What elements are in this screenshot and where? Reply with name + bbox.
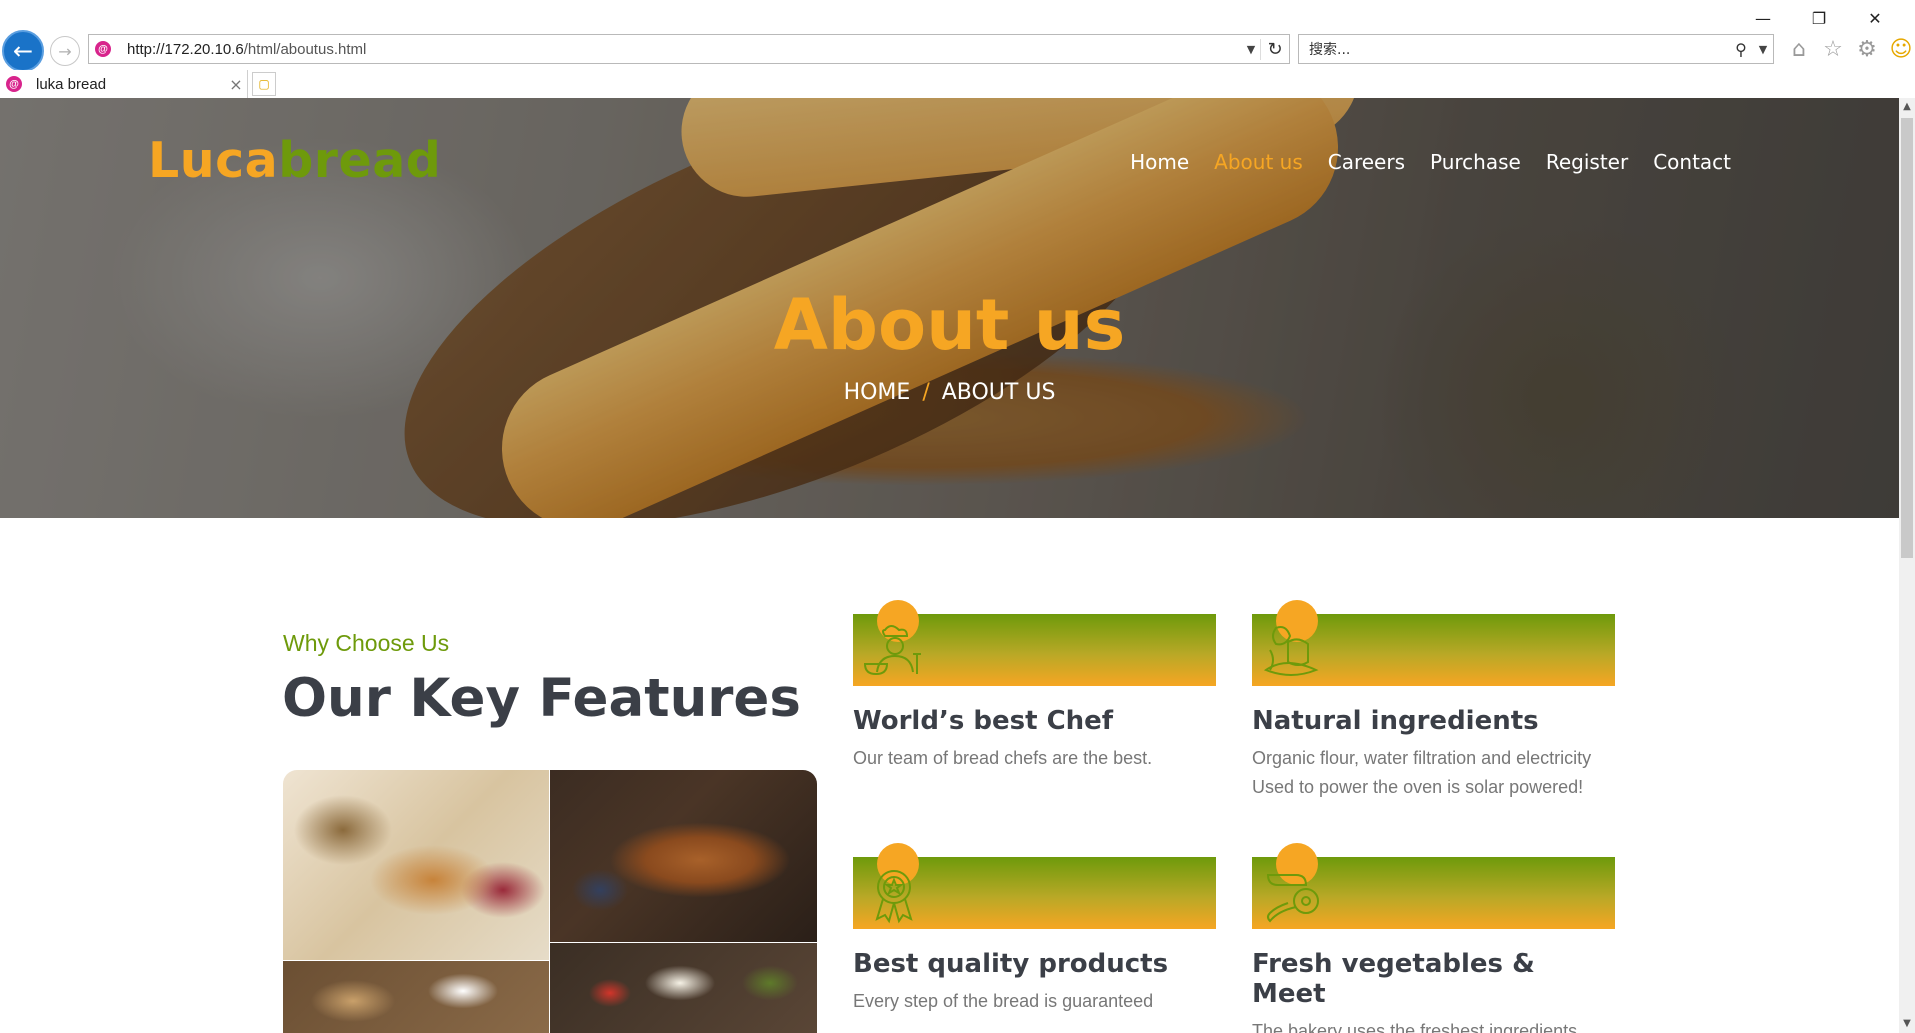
close-window-button[interactable]: ✕ <box>1847 6 1903 30</box>
feedback-smiley-icon[interactable]: ☺ <box>1888 36 1914 62</box>
favorites-star-icon[interactable]: ☆ <box>1820 36 1846 62</box>
page-scrollbar[interactable]: ▲ ▼ <box>1899 98 1915 1033</box>
vegetables-icon <box>1263 626 1319 676</box>
nav-register[interactable]: Register <box>1546 150 1628 174</box>
feature-band <box>853 843 1216 929</box>
url-path: /html/aboutus.html <box>243 40 367 58</box>
section-heading: Our Key Features <box>282 668 801 729</box>
scroll-up-icon[interactable]: ▲ <box>1899 98 1915 116</box>
feature-card-chef: World’s best Chef Our team of bread chef… <box>853 600 1216 773</box>
scroll-down-icon[interactable]: ▼ <box>1899 1015 1915 1033</box>
page-title: About us <box>773 284 1126 366</box>
feature-title: Best quality products <box>853 949 1169 979</box>
forward-button[interactable]: → <box>50 36 80 66</box>
feature-card-ingredients: Natural ingredients Organic flour, water… <box>1252 600 1615 802</box>
section-eyebrow: Why Choose Us <box>283 630 450 656</box>
tab-strip: @ luka bread × ▢ <box>0 70 1915 98</box>
site-favicon-icon: @ <box>95 41 111 57</box>
feature-description: Our team of bread chefs are the best. <box>853 748 1153 768</box>
address-url[interactable]: http://172.20.10.6/html/aboutus.html <box>127 41 1242 58</box>
navigation-row: ← → @ http://172.20.10.6/html/aboutus.ht… <box>0 30 1915 72</box>
meat-icon <box>1266 874 1319 923</box>
tab-luka-bread[interactable]: @ luka bread × <box>0 70 248 98</box>
feature-title: Natural ingredients <box>1252 706 1539 736</box>
logo-bread: bread <box>278 132 442 189</box>
feature-card-fresh: Fresh vegetables & Meet The bakery uses … <box>1252 843 1615 1033</box>
award-badge-icon <box>875 870 913 924</box>
feature-band <box>1252 600 1615 686</box>
search-dropdown-icon[interactable]: ▼ <box>1753 43 1773 56</box>
address-bar[interactable]: @ http://172.20.10.6/html/aboutus.html ▼… <box>88 34 1290 64</box>
nav-purchase[interactable]: Purchase <box>1430 150 1521 174</box>
breadcrumb-current: ABOUT US <box>941 380 1056 405</box>
tab-favicon-icon: @ <box>6 76 22 92</box>
feature-description: Organic flour, water filtration and elec… <box>1252 748 1592 797</box>
nav-home[interactable]: Home <box>1130 150 1189 174</box>
address-dropdown-icon[interactable]: ▼ <box>1242 43 1260 56</box>
breadcrumb-home[interactable]: HOME <box>844 380 911 405</box>
feature-title: Fresh vegetables & Meet <box>1252 949 1535 1009</box>
back-button[interactable]: ← <box>2 30 44 72</box>
toolbar-icons: ⌂ ☆ ⚙ ☺ <box>1786 36 1914 62</box>
chef-icon <box>863 625 921 676</box>
logo-luca: Luca <box>148 132 279 189</box>
tab-close-icon[interactable]: × <box>225 75 247 94</box>
gallery-image-loaf <box>550 770 817 942</box>
restore-button[interactable]: ❐ <box>1791 6 1847 30</box>
scroll-thumb[interactable] <box>1901 118 1913 558</box>
minimize-button[interactable]: — <box>1735 6 1791 30</box>
home-icon[interactable]: ⌂ <box>1786 36 1812 62</box>
settings-gear-icon[interactable]: ⚙ <box>1854 36 1880 62</box>
nav-about-us[interactable]: About us <box>1214 150 1303 174</box>
refresh-icon[interactable]: ↻ <box>1260 38 1289 60</box>
nav-careers[interactable]: Careers <box>1328 150 1405 174</box>
gallery-image-breakfast <box>550 943 817 1033</box>
feature-band <box>1252 843 1615 929</box>
browser-chrome: — ❐ ✕ ← → @ http://172.20.10.6/html/abou… <box>0 0 1915 99</box>
forward-arrow-icon: → <box>58 41 72 61</box>
new-tab-button[interactable]: ▢ <box>252 72 276 96</box>
breadcrumb-separator: / <box>922 380 930 405</box>
feature-description: Every step of the bread is guaranteed <box>853 991 1154 1011</box>
nav-contact[interactable]: Contact <box>1653 150 1731 174</box>
main-nav: Home About us Careers Purchase Register … <box>1130 150 1731 174</box>
gallery-image-pastries <box>283 770 549 960</box>
hero-banner: Lucabread Home About us Careers Purchase… <box>0 98 1899 518</box>
feature-band <box>853 600 1216 686</box>
back-arrow-icon: ← <box>12 37 34 65</box>
window-controls: — ❐ ✕ <box>1735 6 1903 30</box>
feature-description: The bakery uses the freshest ingredients <box>1252 1021 1578 1033</box>
url-host: http://172.20.10.6 <box>127 40 244 58</box>
gallery-image-sandwich <box>283 961 549 1033</box>
bread-gallery <box>283 770 817 1033</box>
search-box[interactable]: 搜索... ⚲ ▼ <box>1298 34 1774 64</box>
tab-title: luka bread <box>36 75 107 93</box>
search-input[interactable]: 搜索... <box>1299 39 1729 59</box>
page-viewport: Lucabread Home About us Careers Purchase… <box>0 98 1899 1033</box>
feature-title: World’s best Chef <box>853 706 1114 736</box>
search-icon[interactable]: ⚲ <box>1729 40 1753 59</box>
breadcrumb: HOME / ABOUT US <box>0 380 1899 405</box>
site-logo[interactable]: Lucabread <box>148 132 441 189</box>
feature-card-quality: Best quality products Every step of the … <box>853 843 1216 1016</box>
